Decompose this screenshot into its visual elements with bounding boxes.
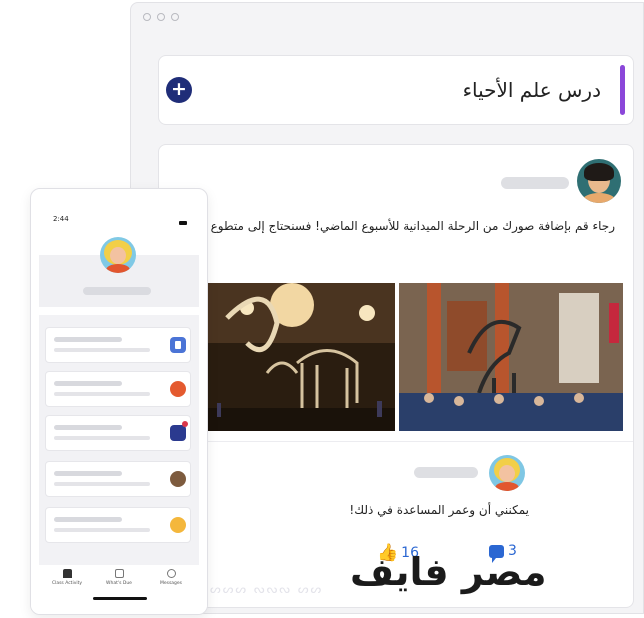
list-item[interactable] [45,371,191,407]
checklist-icon [114,569,124,578]
phone-name-placeholder [83,287,151,295]
museum-photo-dinosaur[interactable] [399,283,623,431]
chat-icon [166,569,176,578]
reply-name-placeholder [414,467,478,478]
tab-label: What's Due [106,581,132,586]
tab-label: Class Activity [51,581,83,586]
window-controls [143,13,179,21]
class-header-card: + درس علم الأحياء [158,55,634,125]
post-divider [159,441,633,442]
phone-tab-bar: Class Activity What's Due Messages [31,565,207,614]
document-icon [170,337,186,353]
class-title: درس علم الأحياء [462,78,601,102]
phone-time: 2:44 [53,215,69,223]
message-icon [170,425,186,441]
home-indicator [93,597,147,600]
add-button[interactable]: + [166,77,192,103]
tab-label: Messages [159,581,183,586]
watermark-logo: مصر فايف [350,550,547,594]
window-dot[interactable] [171,13,179,21]
tab-whats-due[interactable]: What's Due [97,569,141,586]
author-name-placeholder [501,177,569,189]
window-dot[interactable] [157,13,165,21]
notification-badge [182,421,188,427]
phone-mockup: 2:44 Class Activity What's Due Messages [30,188,208,615]
class-color-bar [620,65,625,115]
list-item[interactable] [45,507,191,543]
tab-messages[interactable]: Messages [149,569,193,586]
phone-profile-avatar [100,237,136,273]
home-icon [62,569,72,578]
battery-icon [179,221,187,225]
window-dot[interactable] [143,13,151,21]
list-item[interactable] [45,461,191,497]
avatar [170,517,186,533]
teacher-avatar [577,159,621,203]
museum-photo-mammoth[interactable] [207,283,395,431]
avatar [170,381,186,397]
student-avatar [489,455,525,491]
tab-class-activity[interactable]: Class Activity [45,569,89,586]
list-item[interactable] [45,327,191,363]
list-item[interactable] [45,415,191,451]
avatar [170,471,186,487]
post-card: رجاء قم بإضافة صورك من الرحلة الميدانية … [152,144,634,608]
reply-text: يمكنني أن وعمر المساعدة في ذلك! [349,503,529,517]
